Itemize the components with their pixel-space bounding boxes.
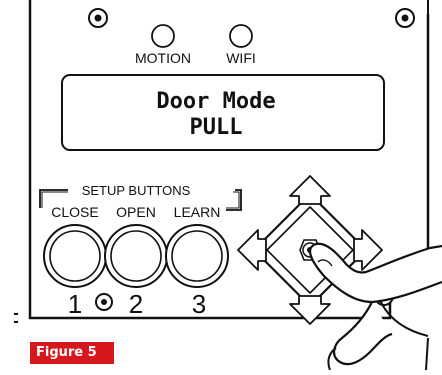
center-screw bbox=[95, 293, 113, 311]
screw-top-right bbox=[395, 8, 415, 28]
open-button-number: 2 bbox=[129, 289, 143, 319]
display-line-2: PULL bbox=[190, 115, 243, 140]
open-button-label: OPEN bbox=[116, 204, 156, 220]
screw-top-left bbox=[88, 8, 108, 28]
arrow-right-icon[interactable] bbox=[353, 229, 383, 271]
open-button[interactable] bbox=[104, 224, 168, 288]
learn-button[interactable] bbox=[165, 224, 229, 288]
close-button-number: 1 bbox=[68, 289, 82, 319]
hand-pointer-icon bbox=[309, 242, 442, 371]
close-button[interactable] bbox=[43, 224, 107, 288]
motion-label: MOTION bbox=[135, 50, 191, 66]
control-panel-diagram: MOTION WIFI Door Mode PULL SETUP BUTTONS… bbox=[0, 0, 442, 371]
arrow-left-icon[interactable] bbox=[237, 229, 267, 271]
edge-marks bbox=[14, 313, 18, 323]
motion-indicator-icon bbox=[151, 24, 175, 48]
arrow-down-icon[interactable] bbox=[289, 295, 331, 325]
learn-button-label: LEARN bbox=[174, 204, 221, 220]
wifi-indicator-icon bbox=[229, 24, 253, 48]
wifi-label: WIFI bbox=[226, 50, 256, 66]
figure-caption: Figure 5 bbox=[30, 342, 114, 364]
learn-button-number: 3 bbox=[192, 289, 206, 319]
arrow-up-icon[interactable] bbox=[289, 175, 331, 205]
setup-buttons-label: SETUP BUTTONS bbox=[82, 183, 191, 198]
display-line-1: Door Mode bbox=[156, 89, 275, 114]
close-button-label: CLOSE bbox=[51, 204, 98, 220]
